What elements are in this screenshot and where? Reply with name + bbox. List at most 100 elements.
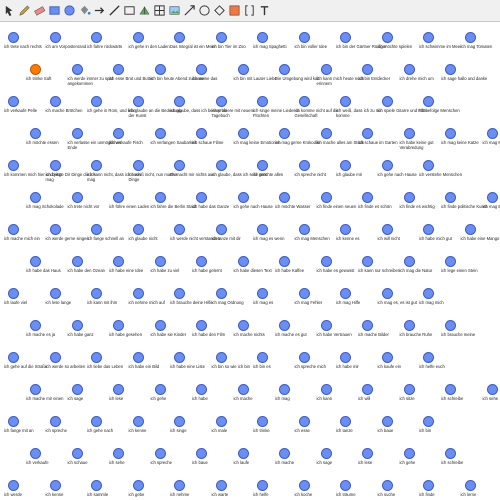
node-circle[interactable] — [49, 224, 61, 235]
scale-icon[interactable] — [183, 4, 196, 17]
node-circle[interactable] — [174, 96, 185, 107]
node-circle[interactable] — [320, 64, 332, 75]
node-circle[interactable] — [49, 96, 61, 107]
node-circle[interactable] — [174, 288, 185, 299]
node-circle[interactable] — [279, 320, 290, 331]
node-circle[interactable] — [340, 288, 351, 299]
node-circle[interactable] — [403, 256, 415, 267]
node-circle[interactable] — [49, 160, 61, 171]
node-circle[interactable] — [196, 192, 207, 203]
node-circle[interactable] — [113, 64, 124, 75]
node-circle[interactable] — [423, 160, 434, 171]
node-circle[interactable] — [113, 192, 124, 203]
node-circle[interactable] — [340, 352, 351, 363]
node-circle[interactable] — [423, 224, 434, 235]
node-circle[interactable] — [71, 128, 83, 139]
rect-outline-icon[interactable] — [123, 4, 136, 17]
node-circle[interactable] — [132, 352, 144, 363]
node-circle[interactable] — [174, 32, 185, 43]
node-circle[interactable] — [381, 352, 393, 363]
node-circle[interactable] — [237, 256, 249, 267]
node-circle[interactable] — [445, 256, 456, 267]
node-circle[interactable] — [30, 320, 41, 331]
node-circle[interactable] — [237, 320, 249, 331]
node-circle[interactable] — [403, 320, 415, 331]
node-circle[interactable] — [91, 96, 102, 107]
node-circle[interactable] — [196, 320, 207, 331]
eraser-tool-icon[interactable] — [33, 4, 46, 17]
node-circle[interactable] — [362, 128, 373, 139]
diamond-outline-icon[interactable] — [213, 4, 226, 17]
node-circle[interactable] — [174, 480, 185, 491]
node-circle[interactable] — [423, 352, 434, 363]
node-circle[interactable] — [464, 480, 476, 491]
node-circle[interactable] — [279, 448, 290, 459]
node-circle[interactable] — [381, 96, 393, 107]
node-circle[interactable] — [237, 448, 249, 459]
node-circle[interactable] — [237, 128, 249, 139]
node-circle[interactable] — [174, 416, 185, 427]
node-circle[interactable] — [154, 448, 166, 459]
node-circle[interactable] — [257, 96, 268, 107]
node-circle[interactable] — [340, 96, 351, 107]
graph-node[interactable]: ich mag Milch — [483, 124, 500, 164]
node-circle[interactable] — [362, 64, 373, 75]
node-circle[interactable] — [279, 64, 290, 75]
node-circle[interactable] — [486, 384, 498, 395]
node-circle[interactable] — [174, 352, 185, 363]
node-circle[interactable] — [445, 64, 456, 75]
node-circle[interactable] — [445, 128, 456, 139]
line-tool-icon[interactable] — [108, 4, 121, 17]
node-circle[interactable] — [381, 288, 393, 299]
node-circle[interactable] — [215, 32, 227, 43]
node-circle[interactable] — [215, 480, 227, 491]
node-circle[interactable] — [362, 384, 373, 395]
node-circle[interactable] — [381, 416, 393, 427]
node-circle[interactable] — [154, 128, 166, 139]
node-circle[interactable] — [132, 224, 144, 235]
node-circle[interactable] — [196, 448, 207, 459]
node-circle[interactable] — [423, 416, 434, 427]
node-circle[interactable] — [445, 320, 456, 331]
node-circle[interactable] — [215, 224, 227, 235]
node-circle[interactable] — [423, 32, 434, 43]
grid-icon[interactable] — [153, 4, 166, 17]
node-circle[interactable] — [8, 224, 19, 235]
node-circle[interactable] — [381, 480, 393, 491]
node-circle[interactable] — [403, 448, 415, 459]
node-circle[interactable] — [403, 192, 415, 203]
node-circle[interactable] — [445, 448, 456, 459]
node-circle[interactable] — [71, 64, 83, 75]
flip-icon[interactable] — [138, 4, 151, 17]
node-circle[interactable] — [71, 256, 83, 267]
node-circle[interactable] — [113, 256, 124, 267]
node-circle[interactable] — [340, 160, 351, 171]
node-circle[interactable] — [49, 416, 61, 427]
node-circle[interactable] — [320, 128, 332, 139]
node-circle[interactable] — [320, 448, 332, 459]
node-circle[interactable] — [8, 288, 19, 299]
node-circle[interactable] — [196, 256, 207, 267]
image-icon[interactable] — [168, 4, 181, 17]
node-circle[interactable] — [257, 416, 268, 427]
node-circle[interactable] — [113, 128, 124, 139]
node-circle[interactable] — [279, 256, 290, 267]
node-circle[interactable] — [71, 192, 83, 203]
node-circle[interactable] — [464, 32, 476, 43]
node-circle[interactable] — [445, 192, 456, 203]
node-circle[interactable] — [257, 352, 268, 363]
node-circle[interactable] — [91, 224, 102, 235]
node-circle[interactable] — [154, 192, 166, 203]
node-circle[interactable] — [154, 320, 166, 331]
node-circle[interactable] — [362, 320, 373, 331]
node-circle[interactable] — [340, 480, 351, 491]
node-circle[interactable] — [486, 128, 498, 139]
node-circle[interactable] — [49, 480, 61, 491]
node-circle[interactable] — [403, 384, 415, 395]
node-circle[interactable] — [362, 192, 373, 203]
node-circle[interactable] — [196, 128, 207, 139]
node-circle[interactable] — [8, 32, 19, 43]
node-circle[interactable] — [320, 256, 332, 267]
node-circle[interactable] — [423, 96, 434, 107]
node-circle[interactable] — [445, 384, 456, 395]
